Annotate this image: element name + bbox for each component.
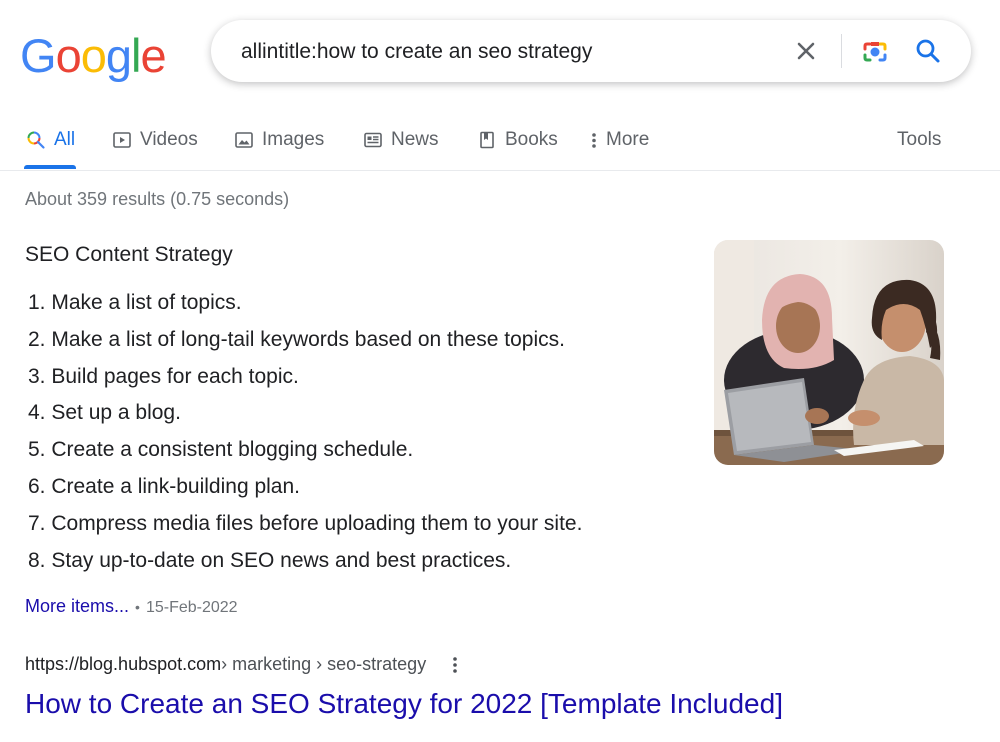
list-item: 2. Make a list of long-tail keywords bas… [28, 327, 565, 351]
news-icon [364, 132, 382, 148]
logo-letter: g [105, 29, 132, 82]
featured-snippet-list: 1. Make a list of topics. 2. Make a list… [28, 290, 582, 584]
separator-dot: • [135, 599, 140, 615]
list-item: 1. Make a list of topics. [28, 291, 242, 314]
tab-label: Videos [140, 129, 198, 150]
image-icon [235, 132, 253, 148]
featured-snippet-title: SEO Content Strategy [25, 243, 233, 266]
search-icon [27, 131, 45, 149]
more-vert-icon [592, 133, 596, 148]
search-input[interactable]: allintitle:how to create an seo strategy [241, 40, 592, 64]
logo-letter: o [80, 29, 107, 82]
tab-news[interactable]: News [363, 126, 439, 154]
logo-letter: G [20, 29, 57, 82]
tab-videos[interactable]: Videos [112, 126, 198, 154]
logo-letter: o [55, 29, 82, 82]
search-icon[interactable] [913, 36, 943, 66]
tab-label: Images [262, 129, 325, 150]
search-divider [841, 34, 842, 68]
tab-more[interactable]: More [590, 126, 649, 154]
tab-all[interactable]: All [26, 126, 75, 154]
list-item: 6. Create a link-building plan. [28, 474, 300, 498]
url-host: https://blog.hubspot.com [25, 654, 222, 674]
tab-label: All [54, 129, 76, 150]
google-logo[interactable]: Google [20, 28, 167, 83]
more-vert-icon[interactable] [452, 655, 458, 675]
featured-snippet-image[interactable] [714, 240, 944, 465]
result-title-link[interactable]: How to Create an SEO Strategy for 2022 [… [25, 688, 783, 720]
list-item: 7. Compress media files before uploading… [28, 511, 583, 535]
book-icon [480, 131, 494, 149]
result-stats: About 359 results (0.75 seconds) [25, 189, 290, 209]
list-item: 4. Set up a blog. [28, 401, 181, 425]
more-items-link[interactable]: More items... [25, 596, 129, 616]
tools-button[interactable]: Tools [897, 126, 941, 154]
logo-letter: e [140, 29, 166, 82]
tab-books[interactable]: Books [477, 126, 558, 154]
active-tab-indicator [24, 165, 76, 169]
more-items-row: More items... • 15-Feb-2022 [25, 596, 238, 617]
tools-label: Tools [897, 129, 942, 150]
list-item: 3. Build pages for each topic. [28, 364, 299, 388]
photo-two-women-laptop [714, 240, 944, 465]
close-icon[interactable] [791, 36, 821, 66]
result-url[interactable]: https://blog.hubspot.com › marketing › s… [25, 654, 458, 675]
list-item: 8. Stay up-to-date on SEO news and best … [28, 548, 512, 572]
search-tabs: All Videos Images News Books More Tools [0, 118, 1000, 171]
tab-label: More [606, 129, 650, 150]
video-icon [113, 132, 131, 148]
camera-icon[interactable] [859, 36, 891, 68]
snippet-date: 15-Feb-2022 [145, 599, 238, 616]
search-box[interactable]: allintitle:how to create an seo strategy [211, 20, 971, 82]
tab-label: News [391, 129, 439, 150]
url-path: › marketing › seo-strategy [221, 654, 427, 674]
tab-label: Books [505, 129, 558, 150]
list-item: 5. Create a consistent blogging schedule… [28, 438, 414, 462]
tab-images[interactable]: Images [234, 126, 324, 154]
